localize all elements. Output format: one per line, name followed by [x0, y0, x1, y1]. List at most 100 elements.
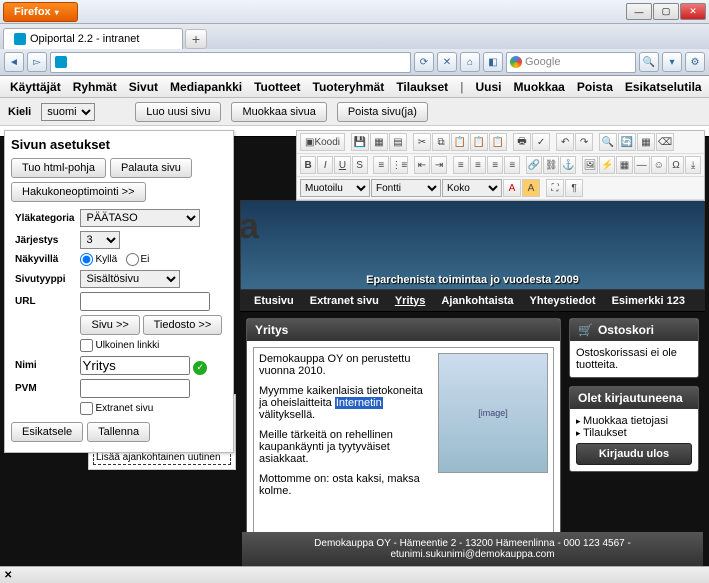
size-select[interactable]: Koko [442, 179, 502, 197]
strike-icon[interactable]: S [352, 156, 368, 174]
nav-item[interactable]: Yhteystiedot [530, 295, 596, 307]
font-select[interactable]: Fontti [371, 179, 441, 197]
menu-item[interactable]: Muokkaa [508, 80, 571, 94]
ol-icon[interactable]: ≡ [373, 156, 389, 174]
table-icon[interactable]: ▦ [616, 156, 632, 174]
minimize-button[interactable]: — [626, 3, 652, 20]
pagetype-select[interactable]: Sisältösivu [80, 270, 180, 288]
forward-button[interactable]: ▻ [27, 52, 47, 72]
home-button[interactable]: ⌂ [460, 52, 480, 72]
seo-button[interactable]: Hakukoneoptimointi >> [11, 182, 146, 202]
text-color-icon[interactable]: A [503, 179, 521, 197]
visible-no-radio[interactable] [126, 253, 139, 266]
replace-icon[interactable]: 🔄 [618, 133, 636, 151]
italic-icon[interactable]: I [317, 156, 333, 174]
browser-tab[interactable]: Opiportal 2.2 - intranet [3, 28, 183, 49]
order-select[interactable]: 3 [80, 231, 120, 249]
menu-item[interactable]: Ryhmät [67, 80, 123, 94]
remove-format-icon[interactable]: ⌫ [656, 133, 674, 151]
format-select[interactable]: Muotoilu [300, 179, 370, 197]
align-justify-icon[interactable]: ≡ [504, 156, 520, 174]
logout-button[interactable]: Kirjaudu ulos [576, 443, 692, 465]
print-icon[interactable]: 🖶 [513, 133, 531, 151]
nav-item[interactable]: Ajankohtaista [441, 295, 513, 307]
stop-button[interactable]: ✕ [437, 52, 457, 72]
file-link-button[interactable]: Tiedosto >> [143, 315, 223, 335]
link-icon[interactable]: 🔗 [526, 156, 542, 174]
reload-button[interactable]: ⟳ [414, 52, 434, 72]
new-tab-button[interactable]: + [185, 29, 207, 49]
nav-item[interactable]: Esimerkki 123 [612, 295, 685, 307]
visible-yes[interactable]: Kyllä [80, 254, 117, 265]
editor-area[interactable]: [image] Demokauppa OY on perustettu vuon… [253, 347, 554, 547]
preview-icon[interactable]: ▤ [389, 133, 407, 151]
status-close-icon[interactable]: ✕ [4, 570, 12, 581]
create-page-button[interactable]: Luo uusi sivu [135, 102, 221, 122]
undo-icon[interactable]: ↶ [556, 133, 574, 151]
visible-no[interactable]: Ei [126, 254, 150, 265]
firefox-menu-button[interactable]: Firefox [3, 2, 78, 22]
search-box[interactable]: Google [506, 52, 636, 73]
url-field[interactable] [80, 292, 210, 311]
redo-icon[interactable]: ↷ [575, 133, 593, 151]
nav-item[interactable]: Extranet sivu [310, 295, 379, 307]
nav-item[interactable]: Etusivu [254, 295, 294, 307]
anchor-icon[interactable]: ⚓ [560, 156, 576, 174]
sidebar-item[interactable]: Muokkaa tietojasi [576, 415, 692, 427]
align-right-icon[interactable]: ≡ [487, 156, 503, 174]
align-center-icon[interactable]: ≡ [470, 156, 486, 174]
cut-icon[interactable]: ✂ [413, 133, 431, 151]
new-icon[interactable]: ▦ [370, 133, 388, 151]
outdent-icon[interactable]: ⇤ [414, 156, 430, 174]
menu-item[interactable]: Poista [571, 80, 619, 94]
menu-item[interactable]: Sivut [123, 80, 164, 94]
menu-item[interactable]: Uusi [469, 80, 507, 94]
flash-icon[interactable]: ⚡ [599, 156, 615, 174]
smiley-icon[interactable]: ☺ [651, 156, 667, 174]
external-link-check[interactable]: Ulkoinen linkki [80, 340, 159, 351]
name-field[interactable] [80, 356, 190, 375]
source-button[interactable]: ▣ Koodi [300, 133, 345, 151]
find-icon[interactable]: 🔍 [599, 133, 617, 151]
menu-item[interactable]: Käyttäjät [4, 80, 67, 94]
address-field[interactable] [50, 52, 411, 73]
unlink-icon[interactable]: ⛓ [543, 156, 559, 174]
date-field[interactable] [80, 379, 190, 398]
preview-button[interactable]: Esikatsele [11, 422, 83, 442]
underline-icon[interactable]: U [334, 156, 350, 174]
save-button[interactable]: Tallenna [87, 422, 150, 442]
align-left-icon[interactable]: ≡ [453, 156, 469, 174]
visible-yes-radio[interactable] [80, 253, 93, 266]
paste-word-icon[interactable]: 📋 [489, 133, 507, 151]
feed-button[interactable]: ◧ [483, 52, 503, 72]
back-button[interactable]: ◄ [4, 52, 24, 72]
image-icon[interactable]: 🖼 [582, 156, 598, 174]
blocks-icon[interactable]: ¶ [565, 179, 583, 197]
lang-select[interactable]: suomi [41, 103, 95, 121]
search-go-button[interactable]: 🔍 [639, 52, 659, 72]
page-break-icon[interactable]: ⤓ [685, 156, 701, 174]
content-image[interactable]: [image] [438, 353, 548, 473]
save-icon[interactable]: 💾 [351, 133, 369, 151]
import-html-button[interactable]: Tuo html-pohja [11, 158, 106, 178]
top-category-select[interactable]: PÄÄTASO [80, 209, 200, 227]
extranet-check[interactable]: Extranet sivu [80, 403, 153, 414]
bg-color-icon[interactable]: A [522, 179, 540, 197]
delete-page-button[interactable]: Poista sivu(ja) [337, 102, 428, 122]
menu-item[interactable]: Tuotteet [248, 80, 306, 94]
menu-item[interactable]: Mediapankki [164, 80, 248, 94]
paste-text-icon[interactable]: 📋 [470, 133, 488, 151]
special-char-icon[interactable]: Ω [668, 156, 684, 174]
paste-icon[interactable]: 📋 [451, 133, 469, 151]
tools-button[interactable]: ⚙ [685, 52, 705, 72]
close-button[interactable]: ✕ [680, 3, 706, 20]
restore-page-button[interactable]: Palauta sivu [110, 158, 192, 178]
nav-item[interactable]: Yritys [395, 295, 426, 307]
hr-icon[interactable]: — [634, 156, 650, 174]
edit-page-button[interactable]: Muokkaa sivua [231, 102, 326, 122]
maximize-button[interactable]: ▢ [653, 3, 679, 20]
indent-icon[interactable]: ⇥ [431, 156, 447, 174]
page-link-button[interactable]: Sivu >> [80, 315, 139, 335]
sidebar-item[interactable]: Tilaukset [576, 427, 692, 439]
menu-item[interactable]: Esikatselutila [619, 80, 708, 94]
